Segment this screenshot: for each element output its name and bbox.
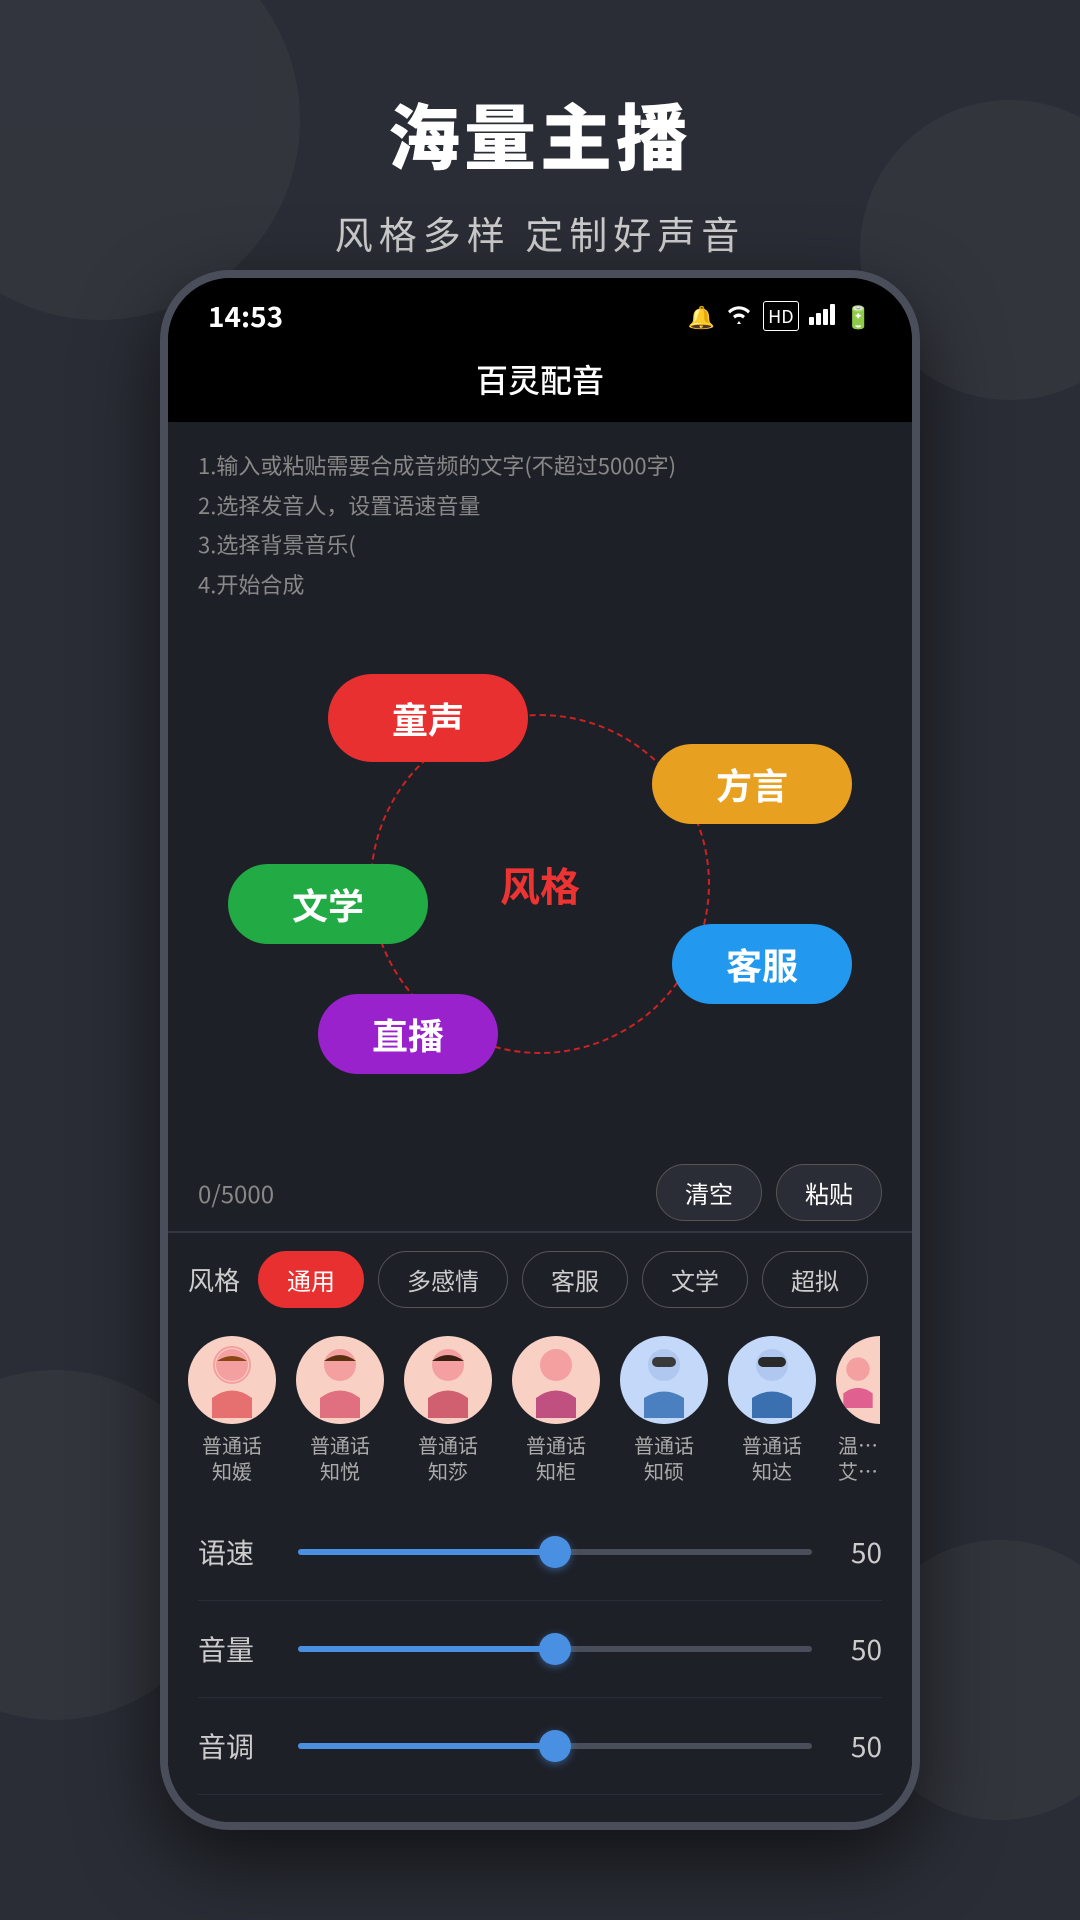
voice-item-5[interactable]: 普通话知达 xyxy=(728,1336,816,1484)
voice-name-0: 普通话知媛 xyxy=(202,1432,262,1484)
char-count: 0/5000 xyxy=(198,1175,274,1210)
instruction-4: 4.开始合成 xyxy=(198,565,882,605)
sliders-section: 语速 50 音量 50 xyxy=(168,1504,912,1795)
status-bar: 14:53 🔔 HD 🔋 xyxy=(168,278,912,346)
volume-label: 音量 xyxy=(198,1629,278,1669)
voice-name-2: 普通话知莎 xyxy=(418,1432,478,1484)
speed-track[interactable] xyxy=(298,1549,812,1555)
voice-item-3[interactable]: 普通话知柜 xyxy=(512,1336,600,1484)
voice-avatar-3 xyxy=(512,1336,600,1424)
wheel-center-label: 风格 xyxy=(500,855,580,913)
voice-name-4: 普通话知硕 xyxy=(634,1432,694,1484)
wenxue-label: 文学 xyxy=(292,878,364,930)
bg-music-section: 背景音乐 去设置 › xyxy=(168,1795,912,1830)
voice-item-6[interactable]: 温…艾… xyxy=(836,1336,880,1484)
app-title-bar: 百灵配音 xyxy=(168,346,912,422)
pitch-track[interactable] xyxy=(298,1743,812,1749)
voice-name-3: 普通话知柜 xyxy=(526,1432,586,1484)
bubble-fangyan[interactable]: 方言 xyxy=(652,744,852,824)
speed-slider-row: 语速 50 xyxy=(198,1504,882,1601)
status-icons: 🔔 HD 🔋 xyxy=(688,300,872,332)
tab-general[interactable]: 通用 xyxy=(258,1251,364,1308)
volume-value: 50 xyxy=(832,1629,882,1669)
count-row: 0/5000 清空 粘贴 xyxy=(168,1154,912,1231)
app-content: 1.输入或粘贴需要合成音频的文字(不超过5000字) 2.选择发音人，设置语速音… xyxy=(168,422,912,1830)
voice-name-1: 普通话知悦 xyxy=(310,1432,370,1484)
tab-literature[interactable]: 文学 xyxy=(642,1251,748,1308)
instruction-3: 3.选择背景音乐( xyxy=(198,525,882,565)
voice-avatar-2 xyxy=(404,1336,492,1424)
speed-label: 语速 xyxy=(198,1532,278,1572)
page-subtitle: 风格多样 定制好声音 xyxy=(0,205,1080,260)
tongsheng-label: 童声 xyxy=(392,692,464,744)
voice-item-1[interactable]: 普通话知悦 xyxy=(296,1336,384,1484)
instruction-1: 1.输入或粘贴需要合成音频的文字(不超过5000字) xyxy=(198,446,882,486)
phone-frame: 14:53 🔔 HD 🔋 百灵 xyxy=(160,270,920,1830)
pitch-slider-row: 音调 50 xyxy=(198,1698,882,1795)
battery-icon: 🔋 xyxy=(845,300,872,332)
page-header: 海量主播 风格多样 定制好声音 xyxy=(0,0,1080,300)
page-title: 海量主播 xyxy=(0,80,1080,185)
bg-music-setting-label: 去设置 xyxy=(792,1819,864,1830)
style-wheel-container: 风格 童声 方言 文学 客服 直播 xyxy=(168,614,912,1154)
voice-avatar-1 xyxy=(296,1336,384,1424)
instruction-2: 2.选择发音人，设置语速音量 xyxy=(198,486,882,526)
voice-avatar-5 xyxy=(728,1336,816,1424)
voice-name-6: 温…艾… xyxy=(838,1432,878,1484)
style-section-label: 风格 xyxy=(188,1261,240,1298)
pitch-value: 50 xyxy=(832,1726,882,1766)
bubble-wenxue[interactable]: 文学 xyxy=(228,864,428,944)
voice-item-2[interactable]: 普通话知莎 xyxy=(404,1336,492,1484)
volume-slider-row: 音量 50 xyxy=(198,1601,882,1698)
bg-music-arrow-icon: › xyxy=(872,1813,882,1830)
volume-track[interactable] xyxy=(298,1646,812,1652)
voice-name-5: 普通话知达 xyxy=(742,1432,802,1484)
pitch-label: 音调 xyxy=(198,1726,278,1766)
status-time: 14:53 xyxy=(208,296,283,336)
tab-emotion[interactable]: 多感情 xyxy=(378,1251,508,1308)
zhibo-label: 直播 xyxy=(372,1008,444,1060)
bubble-kefu[interactable]: 客服 xyxy=(672,924,852,1004)
bubble-tongsheng[interactable]: 童声 xyxy=(328,674,528,762)
paste-button[interactable]: 粘贴 xyxy=(776,1164,882,1221)
speed-value: 50 xyxy=(832,1532,882,1572)
action-buttons: 清空 粘贴 xyxy=(656,1164,882,1221)
voice-avatar-0 xyxy=(188,1336,276,1424)
hd-badge: HD xyxy=(763,301,799,331)
tab-ultra[interactable]: 超拟 xyxy=(762,1251,868,1308)
style-tabs-row: 风格 通用 多感情 客服 文学 超拟 xyxy=(168,1233,912,1326)
tab-customer[interactable]: 客服 xyxy=(522,1251,628,1308)
bg-music-label: 背景音乐 xyxy=(198,1816,310,1830)
voice-avatar-4 xyxy=(620,1336,708,1424)
wifi-icon xyxy=(725,300,753,332)
fangyan-label: 方言 xyxy=(716,758,788,810)
vibrate-icon: 🔔 xyxy=(688,300,715,332)
voices-row: 普通话知媛 普通话知悦 xyxy=(168,1326,912,1504)
bg-music-setting-btn[interactable]: 去设置 › xyxy=(792,1813,882,1830)
voice-item-4[interactable]: 普通话知硕 xyxy=(620,1336,708,1484)
instructions-area: 1.输入或粘贴需要合成音频的文字(不超过5000字) 2.选择发音人，设置语速音… xyxy=(168,422,912,614)
app-title: 百灵配音 xyxy=(168,356,912,402)
kefu-label: 客服 xyxy=(726,938,798,990)
bubble-zhibo[interactable]: 直播 xyxy=(318,994,498,1074)
voice-item-0[interactable]: 普通话知媛 xyxy=(188,1336,276,1484)
clear-button[interactable]: 清空 xyxy=(656,1164,762,1221)
voice-avatar-6 xyxy=(836,1336,880,1424)
signal-icon xyxy=(809,300,835,332)
